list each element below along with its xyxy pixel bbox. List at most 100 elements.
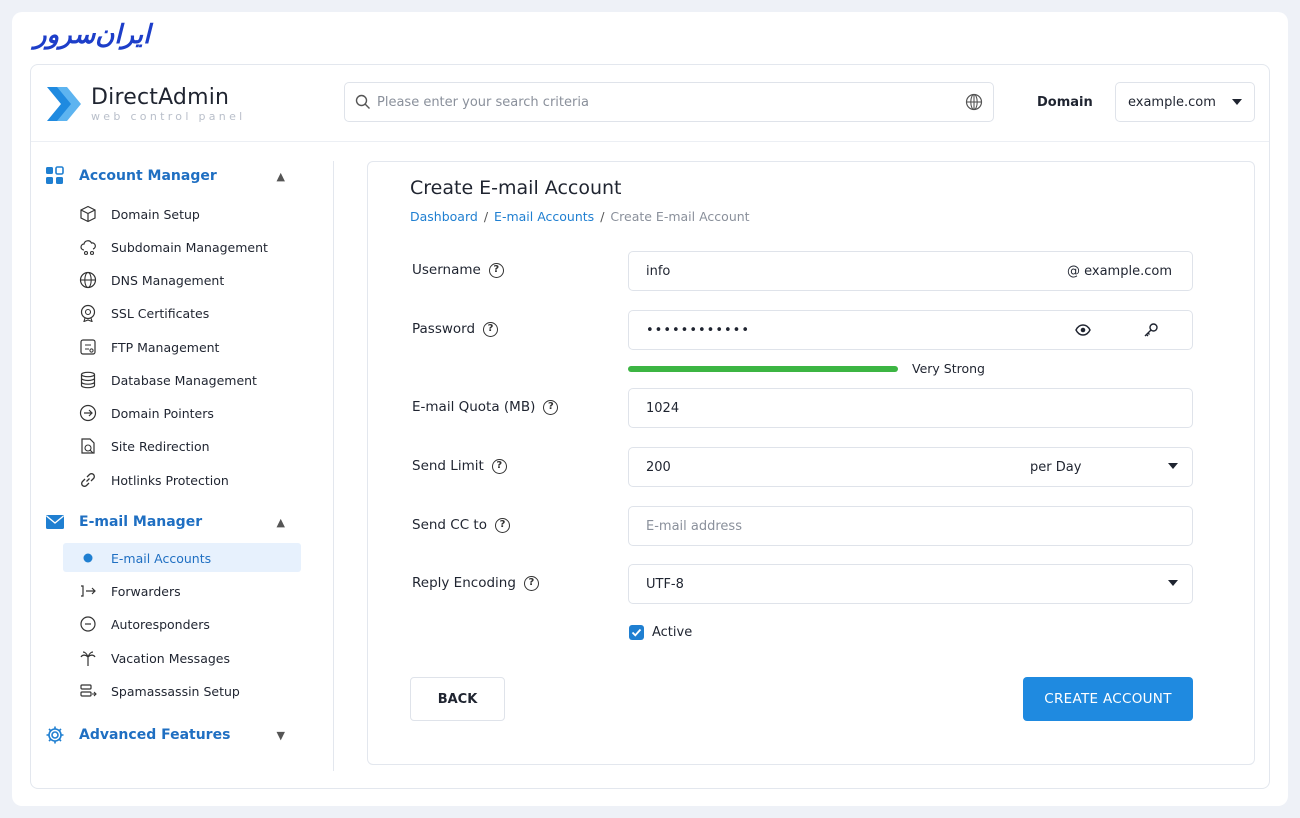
checkmark-icon — [631, 628, 642, 637]
search-icon — [355, 94, 370, 109]
chevron-down-icon: ▼ — [276, 728, 285, 742]
sidebar-item-forwarders[interactable]: Forwarders — [79, 580, 181, 602]
send-limit-value: 200 — [646, 459, 671, 475]
create-email-card: Create E-mail Account Dashboard / E-mail A… — [367, 161, 1255, 765]
send-cc-placeholder: E-mail address — [646, 518, 742, 534]
username-suffix-text: @ example.com — [1067, 263, 1172, 279]
help-icon[interactable]: ? — [495, 517, 510, 533]
reply-encoding-value: UTF-8 — [646, 576, 684, 592]
sidebar-item-label: Autoresponders — [111, 616, 210, 632]
help-icon[interactable]: ? — [523, 575, 539, 591]
breadcrumb: Dashboard / E-mail Accounts / Create E-mail … — [410, 209, 750, 224]
sidebar-section-account-manager[interactable]: Account Manager ▲ — [45, 166, 285, 186]
password-strength-bar — [628, 366, 898, 372]
reply-encoding-select[interactable]: UTF-8 — [628, 564, 1193, 604]
palm-tree-icon — [80, 651, 96, 666]
globe-icon[interactable] — [965, 93, 983, 111]
username-field[interactable]: info — [628, 251, 1048, 291]
generate-password-button[interactable] — [1109, 310, 1193, 350]
sidebar-item-domain-setup[interactable]: Domain Setup — [79, 203, 200, 225]
sidebar-item-subdomain-management[interactable]: Subdomain Management — [79, 236, 268, 258]
sidebar-item-spamassassin-setup[interactable]: Spamassassin Setup — [79, 680, 240, 702]
username-label-text: Username — [412, 262, 481, 278]
key-icon — [1144, 323, 1158, 337]
sidebar-item-label: Domain Pointers — [111, 405, 214, 421]
sidebar-item-autoresponders[interactable]: Autoresponders — [79, 613, 210, 635]
active-checkbox[interactable] — [629, 625, 644, 640]
domain-select-value: example.com — [1128, 94, 1216, 110]
password-strength-text: Very Strong — [912, 361, 985, 376]
send-limit-period-select[interactable]: per Day — [1013, 447, 1193, 487]
sidebar-section-label: E-mail Manager — [79, 514, 203, 530]
eye-icon[interactable] — [1075, 324, 1091, 336]
sidebar-section-email-manager[interactable]: E-mail Manager ▲ — [45, 514, 285, 530]
ftp-folder-icon — [80, 339, 96, 355]
pointer-arrow-icon — [79, 404, 97, 422]
send-limit-field[interactable]: 200 — [628, 447, 1014, 487]
sidebar-item-domain-pointers[interactable]: Domain Pointers — [79, 402, 214, 424]
sidebar-item-dns-management[interactable]: DNS Management — [79, 269, 224, 291]
cube-icon — [80, 205, 96, 223]
help-icon[interactable]: ? — [488, 262, 504, 278]
breadcrumb-dashboard[interactable]: Dashboard — [410, 209, 478, 224]
directadmin-app: DirectAdmin web control panel Domain exa… — [30, 64, 1270, 789]
directadmin-arrow-icon — [47, 87, 81, 121]
quota-label-text: E-mail Quota (MB) — [412, 399, 536, 415]
domain-select[interactable]: example.com — [1115, 82, 1255, 122]
reply-encoding-label: Reply Encoding ? — [412, 575, 539, 591]
breadcrumb-email-accounts[interactable]: E-mail Accounts — [494, 209, 594, 224]
sidebar-section-advanced-features[interactable]: Advanced Features ▼ — [45, 725, 285, 745]
username-label: Username ? — [412, 262, 504, 278]
help-icon[interactable]: ? — [543, 399, 559, 415]
create-account-button[interactable]: CREATE ACCOUNT — [1023, 677, 1193, 721]
sidebar-item-label: Forwarders — [111, 583, 181, 599]
send-cc-field[interactable]: E-mail address — [628, 506, 1193, 546]
help-icon[interactable]: ? — [491, 458, 507, 474]
send-limit-period-value: per Day — [1030, 459, 1082, 475]
back-button[interactable]: BACK — [410, 677, 505, 721]
sidebar-section-label: Advanced Features — [79, 727, 231, 743]
database-icon — [80, 371, 96, 389]
directadmin-logo[interactable]: DirectAdmin web control panel — [45, 83, 246, 125]
app-title: DirectAdmin — [91, 84, 230, 110]
password-field[interactable]: •••••••••••• — [628, 310, 1110, 350]
sidebar-item-label: FTP Management — [111, 339, 220, 355]
quota-field[interactable]: 1024 — [628, 388, 1193, 428]
sidebar-item-label: Domain Setup — [111, 206, 200, 222]
sidebar-item-email-accounts[interactable]: E-mail Accounts — [79, 547, 211, 569]
grid-icon — [46, 166, 64, 184]
sidebar-item-label: E-mail Accounts — [111, 550, 212, 566]
quota-value: 1024 — [646, 400, 680, 416]
cloud-link-icon — [80, 240, 96, 256]
sidebar-item-site-redirection[interactable]: Site Redirection — [79, 435, 210, 457]
sidebar-item-ssl-certificates[interactable]: SSL Certificates — [79, 302, 209, 324]
password-label: Password ? — [412, 321, 499, 337]
send-limit-label-text: Send Limit — [412, 458, 484, 474]
chevron-up-icon: ▲ — [276, 515, 285, 529]
redirect-icon — [81, 438, 95, 454]
help-icon[interactable]: ? — [483, 321, 499, 337]
chevron-up-icon: ▲ — [276, 169, 285, 183]
filter-icon — [80, 684, 97, 697]
search-bar[interactable] — [344, 82, 994, 122]
sidebar-item-ftp-management[interactable]: FTP Management — [79, 336, 219, 358]
sidebar-item-label: Spamassassin Setup — [111, 683, 240, 699]
search-input[interactable] — [377, 94, 965, 110]
reply-encoding-label-text: Reply Encoding — [412, 575, 516, 591]
sidebar-item-label: DNS Management — [111, 272, 225, 288]
sidebar-item-database-management[interactable]: Database Management — [79, 369, 257, 391]
password-value: •••••••••••• — [646, 322, 751, 338]
active-label: Active — [652, 625, 693, 640]
sidebar-item-label: Vacation Messages — [111, 650, 230, 666]
send-limit-label: Send Limit ? — [412, 458, 507, 474]
chat-bubble-icon — [80, 616, 96, 632]
sidebar-item-hotlinks-protection[interactable]: Hotlinks Protection — [79, 469, 229, 491]
send-cc-label: Send CC to ? — [412, 517, 510, 533]
sidebar-item-label: Hotlinks Protection — [111, 472, 229, 488]
username-domain-suffix: @ example.com — [1047, 251, 1193, 291]
top-header: DirectAdmin web control panel Domain exa… — [31, 65, 1269, 142]
envelope-icon — [46, 515, 64, 529]
sidebar-item-vacation-messages[interactable]: Vacation Messages — [79, 647, 230, 669]
sidebar-section-label: Account Manager — [79, 168, 217, 184]
gear-icon — [46, 726, 64, 744]
